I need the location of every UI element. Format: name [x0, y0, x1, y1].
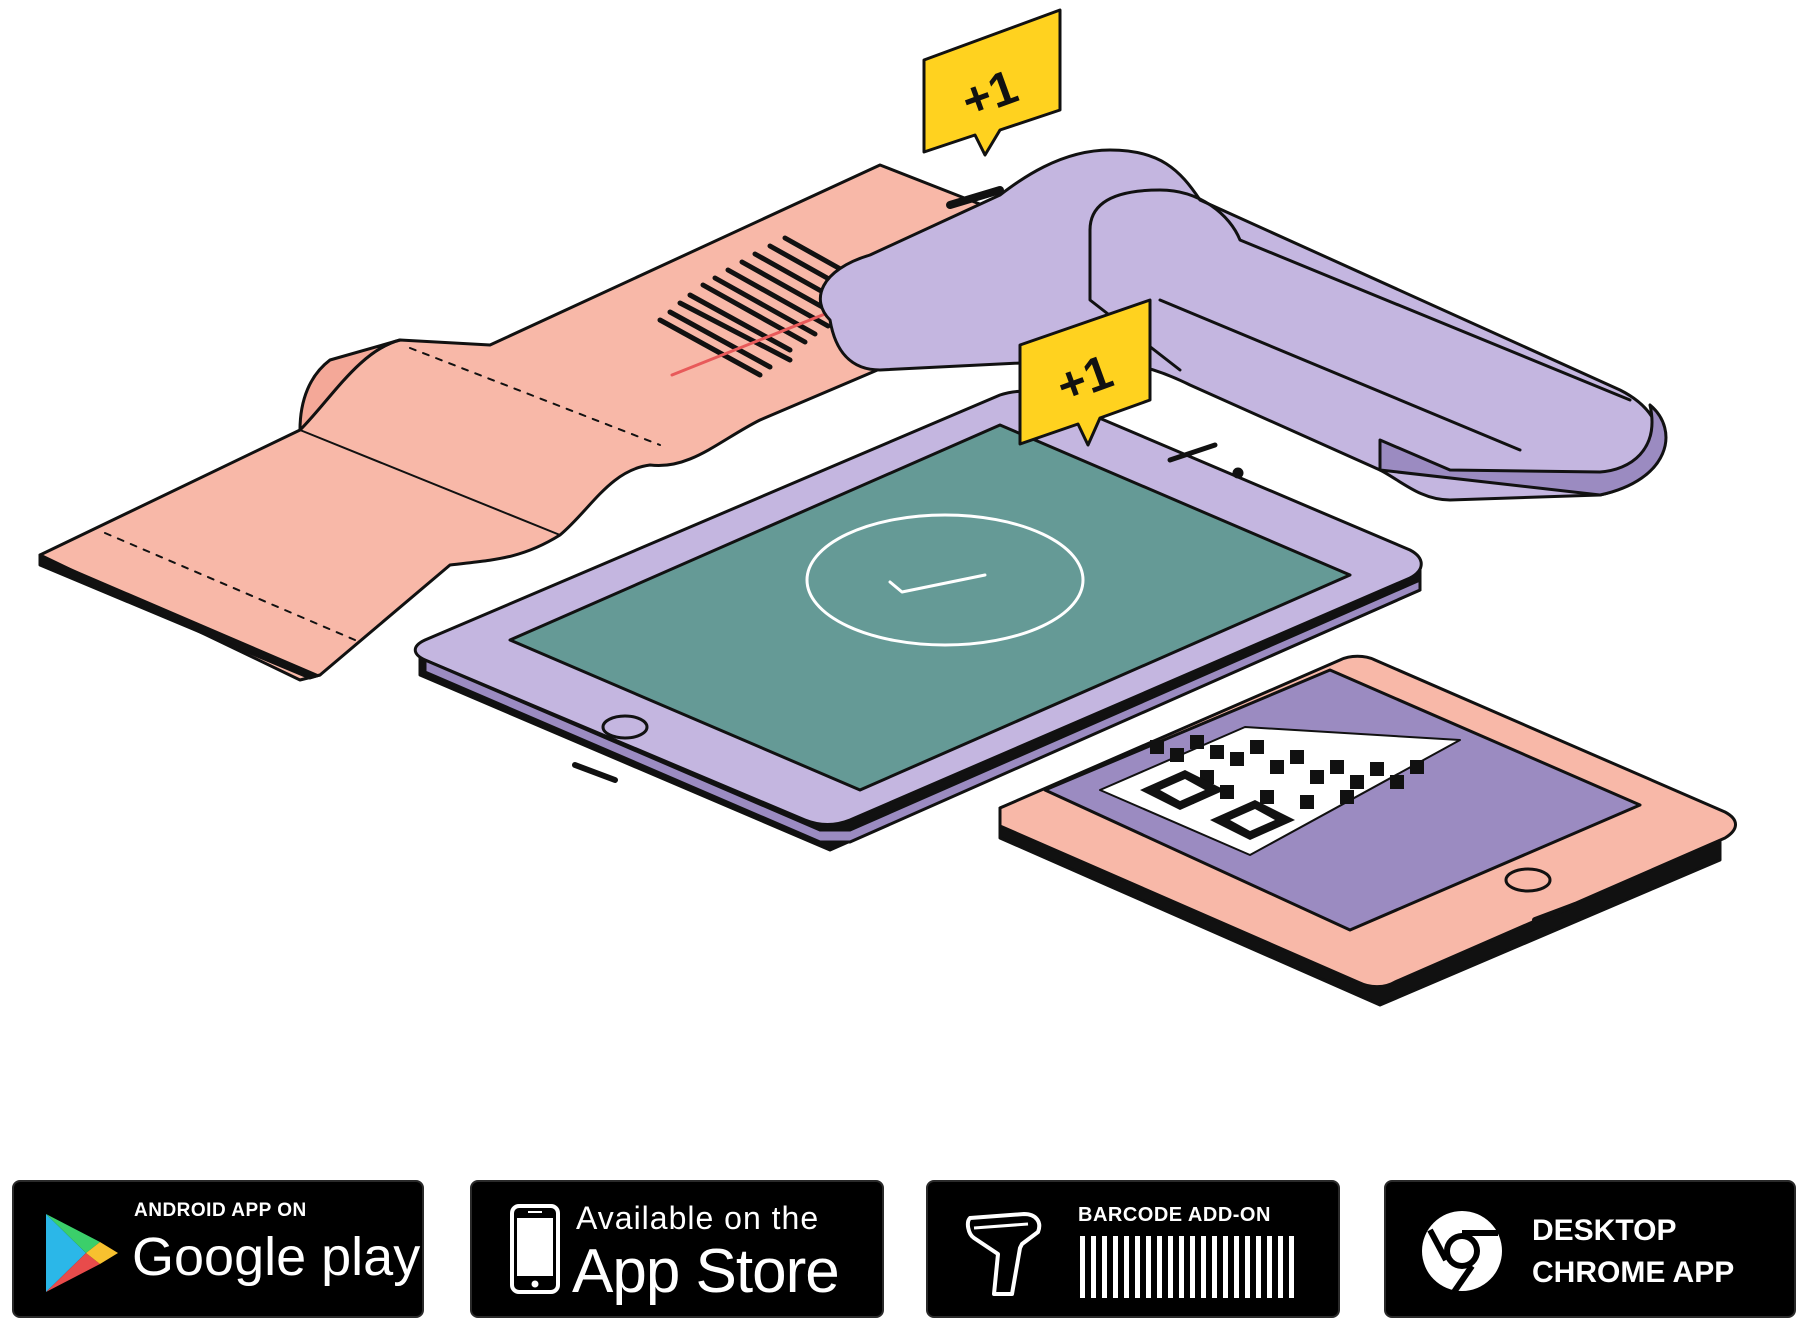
app-store-top-text: Available on the: [576, 1200, 820, 1236]
app-store-badges: ANDROID APP ON Google play Available on …: [0, 1180, 1800, 1322]
barcode-stripes: [1080, 1236, 1294, 1298]
google-play-main-text: Google play: [132, 1227, 421, 1287]
google-play-icon: [46, 1214, 118, 1292]
app-store-main-text: App Store: [572, 1237, 840, 1306]
google-play-badge[interactable]: ANDROID APP ON Google play: [12, 1180, 424, 1318]
chrome-icon: [1422, 1211, 1502, 1294]
tablet-home-button: [601, 714, 649, 740]
barcode-addon-top-text: BARCODE ADD-ON: [1078, 1204, 1271, 1226]
barcode-scanner-icon: [965, 1212, 1042, 1296]
google-play-top-text: ANDROID APP ON: [134, 1200, 307, 1221]
chrome-app-line1: DESKTOP: [1532, 1214, 1677, 1247]
chrome-app-line2: CHROME APP: [1532, 1256, 1735, 1289]
barcode-scanning-illustration: +1 +1: [38, 8, 1737, 1007]
chrome-app-badge[interactable]: DESKTOP CHROME APP: [1384, 1180, 1796, 1318]
barcode-addon-badge[interactable]: BARCODE ADD-ON: [926, 1180, 1340, 1318]
app-store-badge[interactable]: Available on the App Store: [470, 1180, 884, 1318]
